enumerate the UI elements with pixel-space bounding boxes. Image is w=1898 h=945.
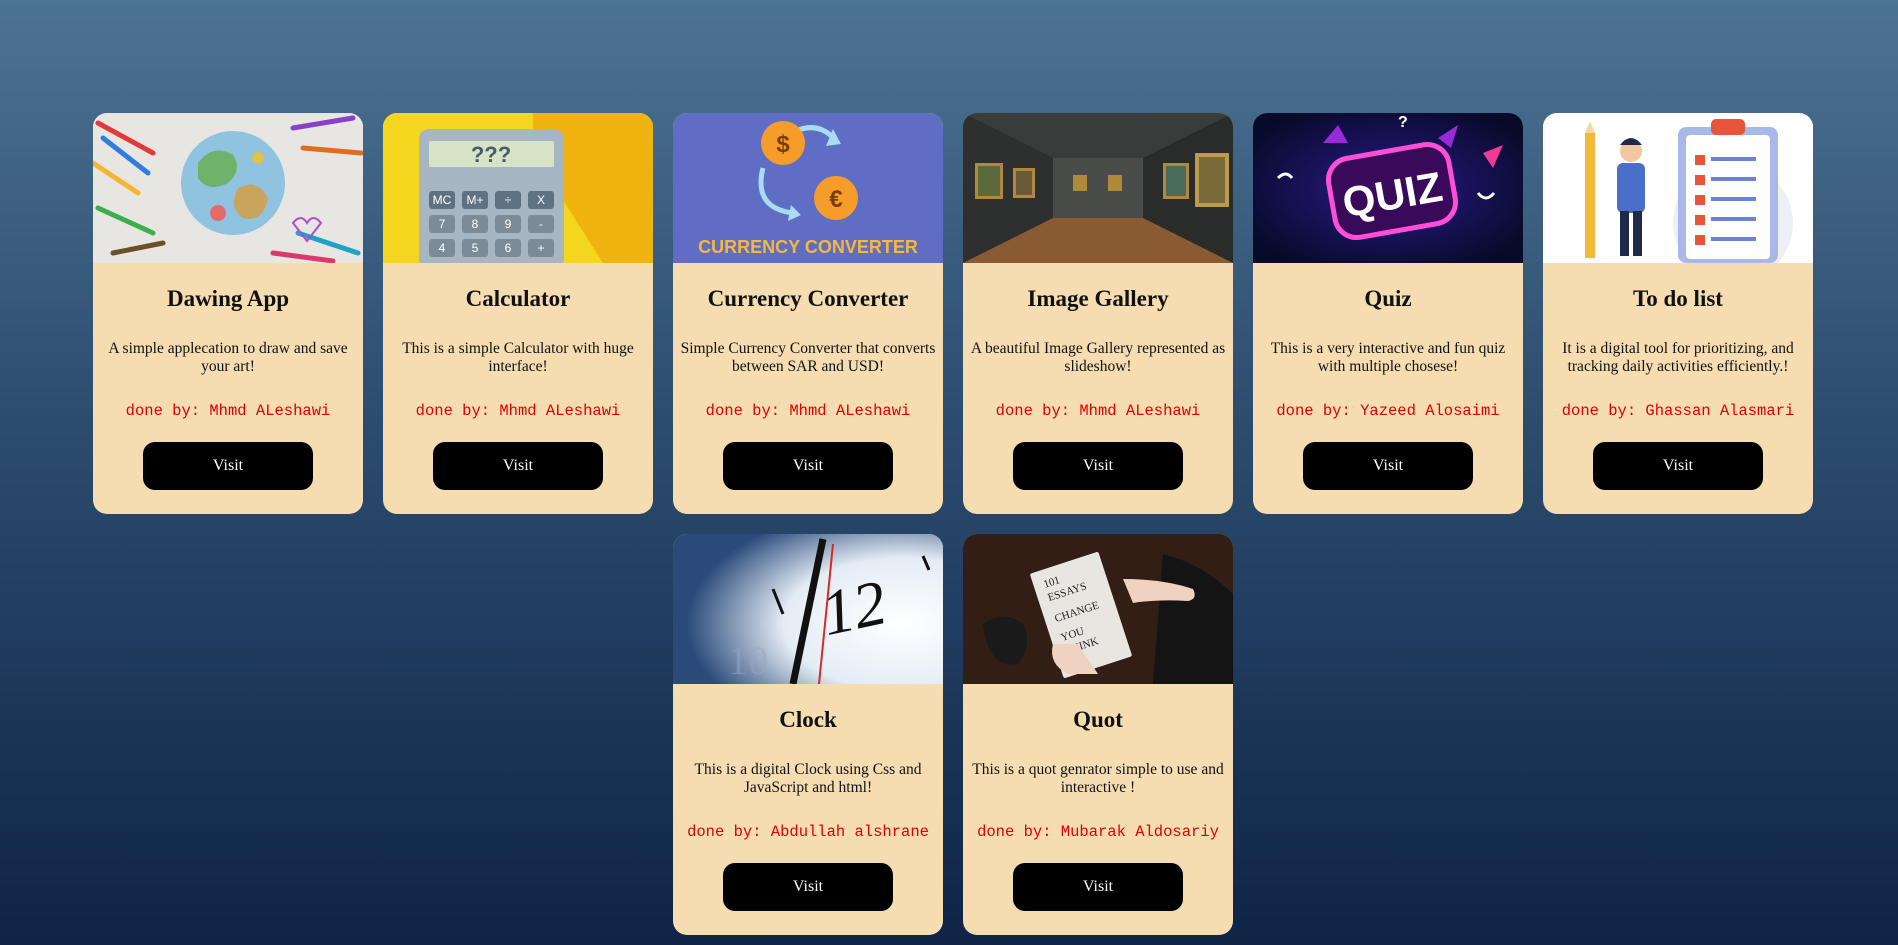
drawing-globe-image <box>93 113 363 263</box>
project-author: done by: Abdullah alshrane <box>687 823 929 841</box>
clock-face-image: 12 10 <box>673 534 943 684</box>
project-card-calculator: ??? MC M+ ÷ X 7 8 9 - 4 5 6 + Calculator… <box>383 113 653 514</box>
project-title: Dawing App <box>166 286 290 311</box>
currency-converter-caption: CURRENCY CONVERTER <box>698 237 918 257</box>
project-title: Clock <box>779 707 837 732</box>
project-card-image-gallery: Image Gallery A beautiful Image Gallery … <box>963 113 1233 514</box>
project-title: Calculator <box>465 286 571 311</box>
project-title: Quot <box>1073 707 1123 732</box>
project-card-currency-converter: $ € CURRENCY CONVERTER Currency Converte… <box>673 113 943 514</box>
project-author: done by: Mhmd ALeshawi <box>705 402 911 420</box>
svg-text:X: X <box>537 193 545 207</box>
svg-text:÷: ÷ <box>505 193 512 207</box>
project-description: It is a digital tool for prioritizing, a… <box>1562 340 1794 375</box>
gallery-room-image <box>963 113 1233 263</box>
project-card-quiz: ? QUIZ Quiz This is a very interactive a… <box>1253 113 1523 514</box>
project-title: To do list <box>1633 286 1723 311</box>
project-grid: Dawing App A simple applecation to draw … <box>92 113 1814 935</box>
project-author: done by: Mubarak Aldosariy <box>977 823 1219 841</box>
svg-text:7: 7 <box>439 217 446 231</box>
project-author: done by: Yazeed Alosaimi <box>1276 402 1500 420</box>
project-description: This is a digital Clock using Css and Ja… <box>694 761 922 796</box>
svg-text:4: 4 <box>439 241 446 255</box>
project-author: done by: Ghassan Alasmari <box>1561 402 1795 420</box>
project-title: Quiz <box>1364 286 1412 311</box>
visit-button[interactable]: Visit <box>723 442 893 490</box>
calculator-display-text: ??? <box>471 142 511 167</box>
svg-text:$: $ <box>776 131 790 158</box>
project-card-clock: 12 10 Clock This is a digital Clock usin… <box>673 534 943 935</box>
todo-clipboard-image <box>1543 113 1813 263</box>
visit-button[interactable]: Visit <box>1593 442 1763 490</box>
svg-text:€: € <box>829 186 842 213</box>
svg-text:MC: MC <box>433 193 452 207</box>
project-title: Image Gallery <box>1027 286 1169 311</box>
project-author: done by: Mhmd ALeshawi <box>415 402 621 420</box>
book-in-hands-image: 101 ESSAYS CHANGE YOU THINK <box>963 534 1233 684</box>
calculator-image: ??? MC M+ ÷ X 7 8 9 - 4 5 6 + <box>383 113 653 263</box>
project-title: Currency Converter <box>707 286 909 311</box>
project-card-drawing-app: Dawing App A simple applecation to draw … <box>93 113 363 514</box>
project-author: done by: Mhmd ALeshawi <box>125 402 331 420</box>
project-card-quot: 101 ESSAYS CHANGE YOU THINK Quot This is… <box>963 534 1233 935</box>
svg-text:5: 5 <box>472 241 479 255</box>
visit-button[interactable]: Visit <box>1303 442 1473 490</box>
svg-text:10: 10 <box>728 638 768 683</box>
visit-button[interactable]: Visit <box>143 442 313 490</box>
project-card-to-do-list: To do list It is a digital tool for prio… <box>1543 113 1813 514</box>
svg-text:M+: M+ <box>466 193 483 207</box>
quiz-neon-image: ? QUIZ <box>1253 113 1523 263</box>
project-description: This is a quot genrator simple to use an… <box>972 761 1224 796</box>
currency-converter-image: $ € CURRENCY CONVERTER <box>673 113 943 263</box>
svg-text:6: 6 <box>505 241 512 255</box>
project-author: done by: Mhmd ALeshawi <box>995 402 1201 420</box>
visit-button[interactable]: Visit <box>723 863 893 911</box>
project-description: This is a simple Calculator with huge in… <box>402 340 634 375</box>
project-description: This is a very interactive and fun quiz … <box>1270 340 1506 375</box>
project-description: Simple Currency Converter that converts … <box>680 340 936 375</box>
svg-text:9: 9 <box>505 217 512 231</box>
project-description: A simple applecation to draw and save yo… <box>108 340 348 375</box>
project-description: A beautiful Image Gallery represented as… <box>970 340 1226 375</box>
svg-text:?: ? <box>1398 114 1408 131</box>
svg-text:-: - <box>539 217 543 231</box>
visit-button[interactable]: Visit <box>1013 863 1183 911</box>
svg-text:+: + <box>537 241 544 255</box>
visit-button[interactable]: Visit <box>1013 442 1183 490</box>
svg-text:8: 8 <box>472 217 479 231</box>
visit-button[interactable]: Visit <box>433 442 603 490</box>
